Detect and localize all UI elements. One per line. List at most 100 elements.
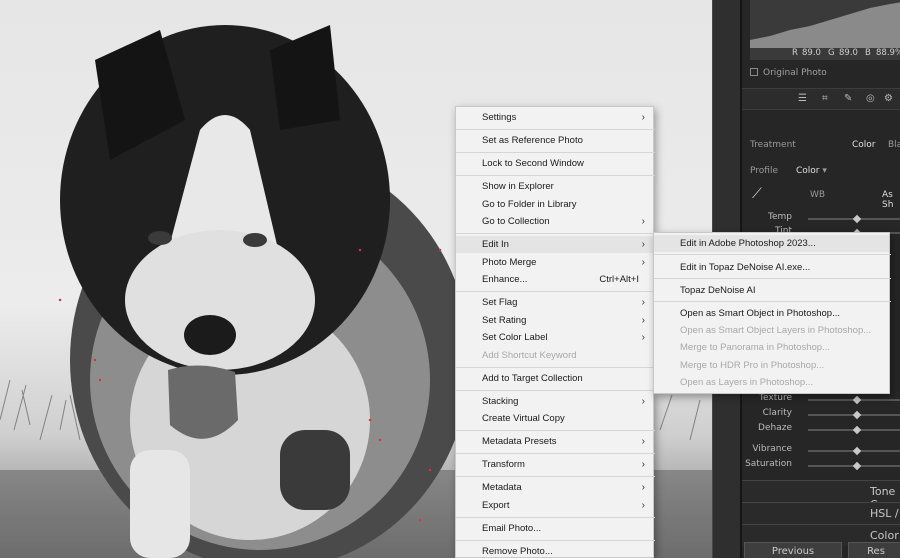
crop-icon[interactable]: ⌗	[822, 93, 828, 104]
submenu-item-edit-in-topaz-denoise-ai-exe[interactable]: Edit in Topaz DeNoise AI.exe...	[654, 259, 889, 276]
slider-track[interactable]	[808, 214, 900, 224]
wb-value[interactable]: As Sh	[882, 190, 900, 210]
rgb-r-label: R	[792, 48, 798, 58]
rgb-g-value: 89.0	[839, 48, 858, 58]
submenu-item-edit-in-adobe-photoshop-2023[interactable]: Edit in Adobe Photoshop 2023...	[654, 235, 889, 252]
menu-separator	[654, 278, 891, 279]
menu-separator	[456, 430, 655, 431]
slider-track[interactable]	[808, 461, 900, 471]
section-tone-curve[interactable]: Tone C	[742, 480, 900, 511]
slider-label: Dehaze	[758, 423, 792, 433]
slider-label: Clarity	[762, 408, 792, 418]
menu-item-email-photo[interactable]: Email Photo...	[456, 520, 653, 537]
slider-track[interactable]	[808, 425, 900, 435]
menu-item-set-color-label[interactable]: Set Color Label ›	[456, 329, 653, 346]
chevron-right-icon: ›	[641, 396, 645, 407]
slider-knob[interactable]	[852, 214, 862, 224]
menu-separator	[456, 390, 655, 391]
rgb-r-value: 89.0	[802, 48, 821, 58]
context-menu: Settings › Set as Reference Photo Lock to S…	[455, 106, 655, 558]
menu-item-label: Settings	[482, 112, 517, 123]
menu-item-stacking[interactable]: Stacking ›	[456, 393, 653, 410]
menu-item-label: Edit In	[482, 239, 509, 250]
menu-separator	[456, 367, 655, 368]
eyedropper-icon[interactable]: ⟋	[752, 186, 762, 202]
menu-item-lock-to-second-window[interactable]: Lock to Second Window	[456, 155, 653, 172]
menu-item-export[interactable]: Export ›	[456, 497, 653, 514]
section-hsl[interactable]: HSL /	[742, 502, 900, 524]
menu-item-label: Set Rating	[482, 315, 527, 326]
menu-item-metadata-presets[interactable]: Metadata Presets ›	[456, 433, 653, 450]
chevron-right-icon: ›	[641, 239, 645, 250]
previous-button[interactable]: Previous	[744, 542, 842, 558]
treatment-row: Treatment	[750, 140, 796, 150]
slider-track[interactable]	[808, 395, 900, 405]
menu-item-label: Go to Folder in Library	[482, 199, 577, 210]
treatment-bw[interactable]: Black	[888, 140, 900, 150]
menu-item-transform[interactable]: Transform ›	[456, 456, 653, 473]
submenu-item-open-as-layers-in-photoshop: Open as Layers in Photoshop...	[654, 374, 889, 391]
menu-separator	[456, 540, 655, 541]
profile-select[interactable]: Color ▾	[796, 166, 827, 176]
menu-separator	[654, 254, 891, 255]
slider-label: Texture	[759, 393, 792, 403]
slider-knob[interactable]	[852, 410, 862, 420]
tool-strip: ☰ ⌗ ✎ ◎ ⚙	[742, 88, 900, 110]
original-photo-toggle[interactable]: Original Photo	[750, 68, 827, 78]
submenu-item-open-as-smart-object-layers-in-photoshop: Open as Smart Object Layers in Photoshop…	[654, 322, 889, 339]
menu-item-go-to-collection[interactable]: Go to Collection ›	[456, 213, 653, 230]
submenu-item-label: Open as Smart Object in Photoshop...	[680, 308, 841, 319]
menu-item-label: Set Flag	[482, 297, 518, 308]
submenu-item-label: Topaz DeNoise AI	[680, 285, 756, 296]
chevron-right-icon: ›	[641, 112, 645, 123]
submenu-item-topaz-denoise-ai[interactable]: Topaz DeNoise AI	[654, 282, 889, 299]
menu-separator	[456, 175, 655, 176]
rgb-b-value: 88.9	[876, 48, 895, 58]
menu-item-go-to-folder-in-library[interactable]: Go to Folder in Library	[456, 196, 653, 213]
slider-track[interactable]	[808, 410, 900, 420]
gear-icon[interactable]: ⚙	[884, 93, 893, 104]
brush-icon[interactable]: ✎	[844, 93, 852, 104]
menu-item-show-in-explorer[interactable]: Show in Explorer	[456, 178, 653, 195]
menu-separator	[456, 129, 655, 130]
sliders-icon[interactable]: ☰	[798, 93, 807, 104]
slider-track[interactable]	[808, 446, 900, 456]
edit-in-submenu: Edit in Adobe Photoshop 2023... Edit in T…	[653, 232, 891, 394]
slider-knob[interactable]	[852, 461, 862, 471]
menu-item-photo-merge[interactable]: Photo Merge ›	[456, 254, 653, 271]
wb-label: WB	[810, 190, 826, 200]
menu-item-enhance[interactable]: Enhance... Ctrl+Alt+I	[456, 271, 653, 288]
menu-item-add-to-target-collection[interactable]: Add to Target Collection	[456, 370, 653, 387]
menu-item-label: Lock to Second Window	[482, 158, 584, 169]
menu-separator	[456, 453, 655, 454]
chevron-right-icon: ›	[641, 459, 645, 470]
menu-item-label: Create Virtual Copy	[482, 413, 565, 424]
reset-button[interactable]: Res	[848, 542, 900, 558]
slider-label: Temp	[768, 212, 792, 222]
menu-item-edit-in[interactable]: Edit In ›	[456, 236, 653, 253]
submenu-item-open-as-smart-object-in-photoshop[interactable]: Open as Smart Object in Photoshop...	[654, 305, 889, 322]
menu-item-label: Metadata	[482, 482, 522, 493]
submenu-item-merge-to-panorama-in-photoshop: Merge to Panorama in Photoshop...	[654, 339, 889, 356]
menu-item-label: Remove Photo...	[482, 546, 553, 557]
menu-item-set-as-reference-photo[interactable]: Set as Reference Photo	[456, 132, 653, 149]
menu-item-label: Go to Collection	[482, 216, 550, 227]
chevron-right-icon: ›	[641, 297, 645, 308]
treatment-color[interactable]: Color	[852, 140, 876, 150]
slider-knob[interactable]	[852, 395, 862, 405]
menu-item-metadata[interactable]: Metadata ›	[456, 479, 653, 496]
menu-item-set-flag[interactable]: Set Flag ›	[456, 294, 653, 311]
menu-separator	[456, 517, 655, 518]
menu-item-set-rating[interactable]: Set Rating ›	[456, 312, 653, 329]
histogram[interactable]: R 89.0 G 89.0 B 88.9 %	[750, 0, 900, 60]
slider-knob[interactable]	[852, 425, 862, 435]
slider-knob[interactable]	[852, 446, 862, 456]
menu-separator	[456, 233, 655, 234]
chevron-right-icon: ›	[641, 500, 645, 511]
chevron-right-icon: ›	[641, 332, 645, 343]
redeye-icon[interactable]: ◎	[866, 93, 875, 104]
menu-item-remove-photo[interactable]: Remove Photo...	[456, 543, 653, 558]
submenu-item-merge-to-hdr-pro-in-photoshop: Merge to HDR Pro in Photoshop...	[654, 357, 889, 374]
menu-item-settings[interactable]: Settings ›	[456, 109, 653, 126]
menu-item-create-virtual-copy[interactable]: Create Virtual Copy	[456, 410, 653, 427]
